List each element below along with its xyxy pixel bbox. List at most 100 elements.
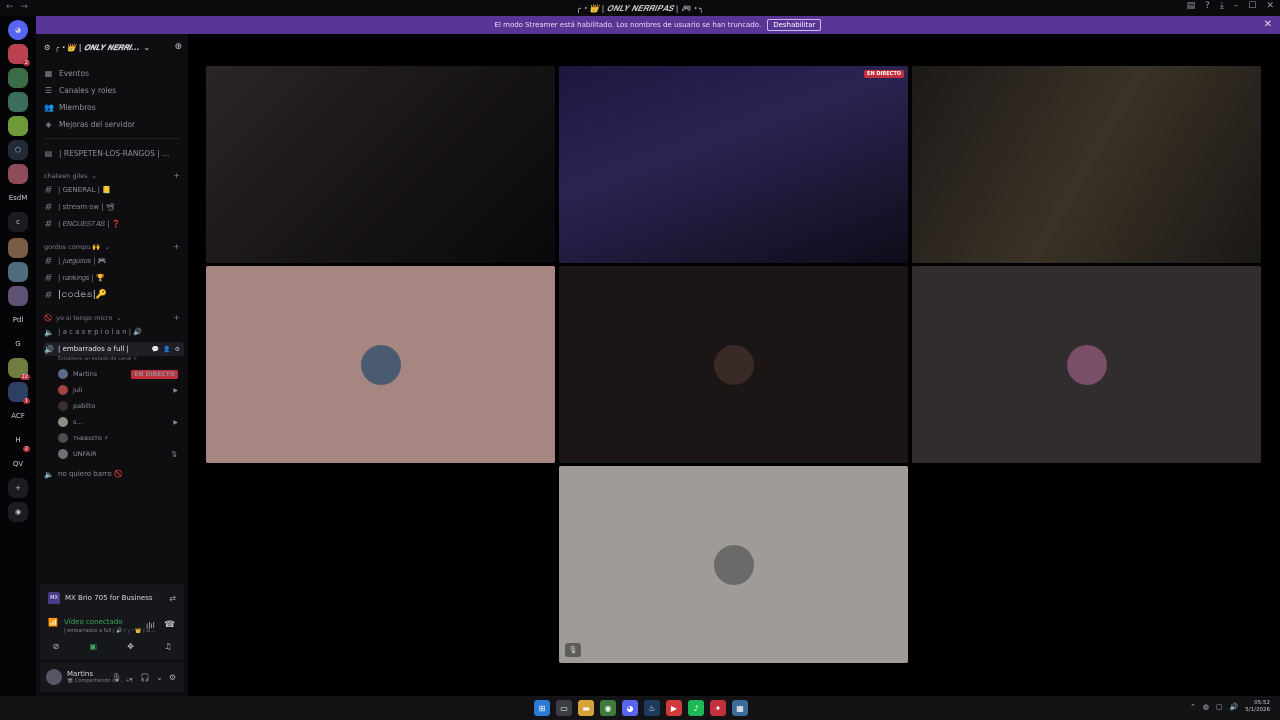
chrome-icon[interactable]: ◉ [600,700,616,716]
headphones-icon[interactable]: 🎧 [140,673,150,682]
discord-icon[interactable]: ◕ [622,700,638,716]
inbox-icon[interactable]: ▤ [1187,1,1196,11]
channel-status[interactable]: Establece un estado de canal ✐ [58,356,137,362]
participant-tile[interactable] [559,266,908,463]
activities-icon[interactable]: ✥ [123,642,139,654]
close-icon[interactable]: ✕ [1264,19,1272,30]
menu-channels-roles[interactable]: ☰ Canales y roles [44,86,116,95]
close-window-button[interactable]: ✕ [1266,1,1274,11]
avatar[interactable] [46,669,62,685]
microphone-icon[interactable]: 🎙 [111,673,121,682]
user-settings-icon[interactable]: ⚙ [169,673,176,682]
help-icon[interactable]: ? [1205,1,1210,11]
voice-user[interactable]: pablito [58,400,180,412]
server-icon[interactable]: 22 [8,358,30,380]
screen-share-icon[interactable]: ▣ [85,642,101,654]
server-icon[interactable]: EsdM [8,188,28,208]
connection-status[interactable]: Vídeo conectado [64,618,155,626]
participant-tile[interactable] [206,266,555,463]
disconnect-icon[interactable]: ☎ [164,620,175,630]
voice-user[interactable]: juli ▶ [58,384,180,396]
server-icon[interactable]: ACF [8,406,28,426]
server-icon[interactable]: ◉ [8,502,28,522]
voice-channel-no-barro[interactable]: 🔈 no quiero barro 🚫 [44,467,184,481]
soundboard-icon[interactable]: ♫ [160,642,176,654]
category-gordos[interactable]: gordos compu 🙌 ⌄ + [44,242,180,251]
menu-members[interactable]: 👥 Miembros [44,103,96,112]
menu-events[interactable]: ▦ Eventos [44,69,89,78]
server-icon[interactable] [8,262,28,282]
add-channel-icon[interactable]: + [173,171,180,180]
voice-user-name: pablito [73,402,96,410]
add-channel-icon[interactable]: + [173,242,180,251]
server-icon[interactable]: G [8,334,28,354]
chevron-down-icon[interactable]: ⌄ [156,673,163,682]
voice-user[interactable]: UNFAIR 🎙 [58,448,180,460]
server-icon[interactable] [8,164,28,184]
server-icon[interactable]: QV [8,454,28,474]
game-app-icon[interactable]: ✦ [710,700,726,716]
server-icon[interactable] [8,238,28,258]
app-icon[interactable]: ▦ [732,700,748,716]
add-channel-icon[interactable]: + [173,313,180,322]
settings-icon[interactable]: ⚙ [175,346,180,353]
connection-channel[interactable]: | embarrados a full | 🔊 / ╭・👑 | O... [64,627,155,634]
participant-tile[interactable]: 🎙 [559,466,908,663]
minimize-button[interactable]: – [1234,1,1239,11]
network-icon[interactable]: ▢ [1216,703,1223,711]
disable-streamer-button[interactable]: Deshabilitar [767,19,822,31]
channel-codes[interactable]: # |𝚌𝚘𝚍𝚎𝚜|🔑 [44,288,184,302]
voice-user[interactable]: Martins EN DIRECTO [58,368,180,380]
task-view-icon[interactable]: ▭ [556,700,572,716]
video-tile[interactable]: EN DIRECTO [559,66,908,263]
video-tile[interactable] [912,66,1261,263]
volume-icon[interactable]: 🔊 [1230,703,1239,711]
category-micro[interactable]: 🚫 yo si tengo micro ⌄ + [44,313,180,322]
server-icon[interactable] [8,286,28,306]
windows-start-icon[interactable]: ⊞ [534,700,550,716]
server-header[interactable]: ⚙ ╭・👑 | 𝑶𝑵𝑳𝒀 𝑵𝑬𝑹𝑹𝑰... ⌄ ⊕ [36,36,188,58]
video-tile[interactable] [206,66,555,263]
server-icon[interactable]: + [8,478,28,498]
discord-home-icon[interactable]: ◕ [8,20,28,40]
chat-icon[interactable]: 💬 [152,346,159,353]
tray-app-icon[interactable]: ◍ [1203,703,1209,711]
spotify-icon[interactable]: ♪ [688,700,704,716]
server-icon[interactable] [8,92,28,112]
channel-general[interactable]: # | GENERAL | 📒 [44,183,184,197]
invite-icon[interactable]: ⊕ [174,42,182,52]
channel-stream[interactable]: # | stream-sw | 📽 [44,200,184,214]
participant-tile[interactable] [912,266,1261,463]
file-explorer-icon[interactable]: ▬ [578,700,594,716]
server-icon[interactable]: H2 [8,430,30,452]
voice-channel-aca[interactable]: 🔈 | a c a s e p i o l a n | 🔊 [44,325,184,339]
maximize-button[interactable]: ☐ [1248,1,1256,11]
camera-off-icon[interactable]: ⊘ [48,642,64,654]
chevron-down-icon[interactable]: ⌄ [127,673,134,682]
noise-suppression-icon[interactable]: ılıl [146,621,155,630]
chevron-up-icon[interactable]: ⌃ [1190,703,1196,711]
clock[interactable]: 05:52 5/1/2026 [1245,700,1270,713]
invite-member-icon[interactable]: 👤 [163,346,170,353]
server-icon[interactable]: c [8,212,28,232]
voice-user[interactable]: s... ▶ [58,416,180,428]
switch-device-icon[interactable]: ⇄ [169,594,176,603]
channel-jueguitos[interactable]: # | 𝑗𝑢𝑒𝑔𝑢𝑖𝑡𝑜𝑠 | 🎮 [44,254,184,268]
server-icon[interactable]: 2 [8,44,30,66]
channel-rankings[interactable]: # | 𝑟𝑎𝑛𝑘𝑖𝑛𝑔𝑠 | 🏆 [44,271,184,285]
channel-encuestas[interactable]: # | 𝐸𝑁𝐶𝑈𝐸𝑆𝑇𝐴𝑆 | ❓ [44,217,184,231]
category-chateen[interactable]: chateen giles ⌄ + [44,171,180,180]
server-icon[interactable]: Pdl [8,310,28,330]
download-icon[interactable]: ⤓ [1220,1,1224,11]
voice-user[interactable]: ᴛʜᴇʙᴜɪᴛᴏ ⚡ [58,432,180,444]
menu-boost[interactable]: ◈ Mejoras del servidor [44,120,135,129]
channel-respeten[interactable]: ▤ | RESPETEN-LOS-RANGOS | ... [44,149,170,158]
server-icon[interactable]: 1 [8,382,30,404]
server-icon[interactable]: ⬡ [8,140,28,160]
steam-icon[interactable]: ♨ [644,700,660,716]
youtube-icon[interactable]: ▶ [666,700,682,716]
voice-channel-embarrados[interactable]: 🔊 | embarrados a full | 💬 👤 ⚙ [44,342,184,356]
server-icon[interactable] [8,116,28,136]
signal-icon[interactable]: 📶 [48,618,58,634]
server-icon[interactable] [8,68,28,88]
